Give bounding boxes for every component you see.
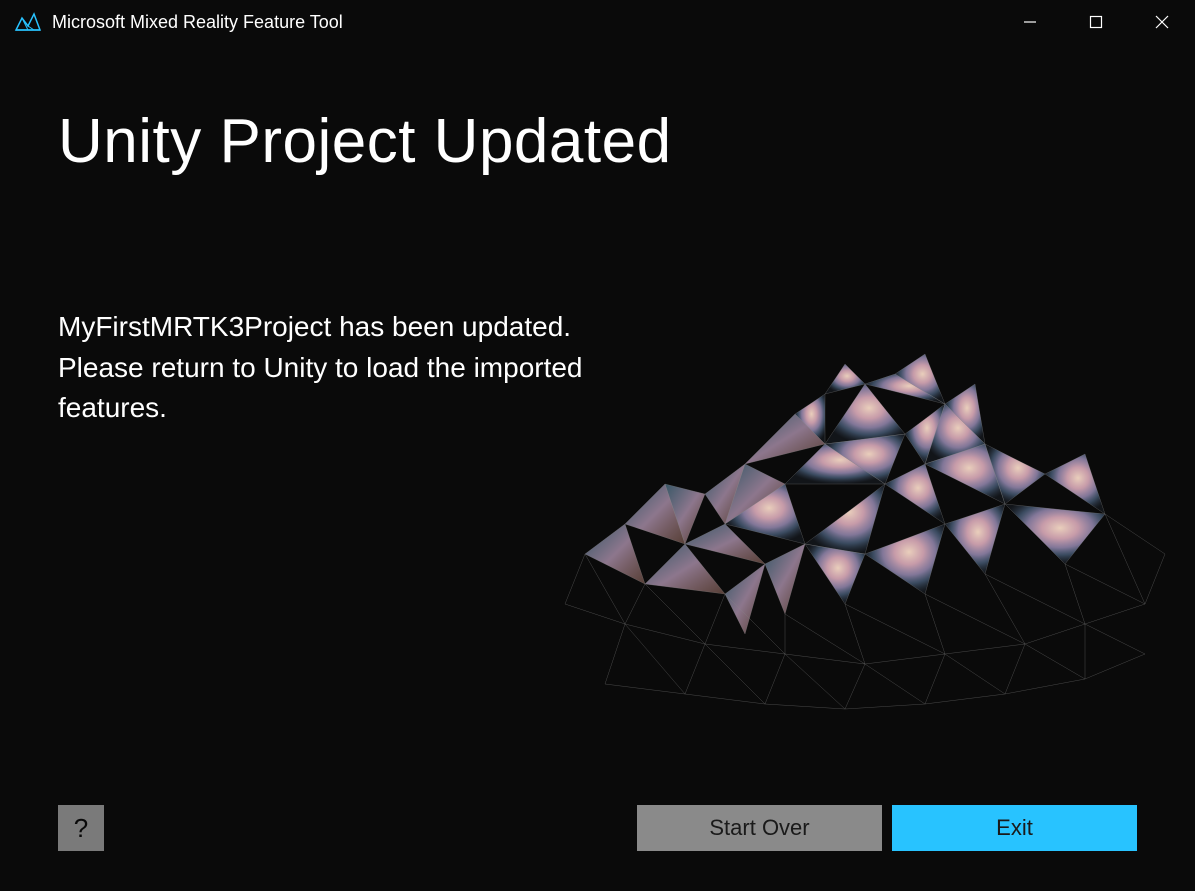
close-button[interactable] — [1129, 0, 1195, 44]
titlebar: Microsoft Mixed Reality Feature Tool — [0, 0, 1195, 44]
page-heading: Unity Project Updated — [58, 106, 1137, 177]
maximize-button[interactable] — [1063, 0, 1129, 44]
help-button[interactable]: ? — [58, 805, 104, 851]
app-icon — [14, 8, 42, 36]
titlebar-title: Microsoft Mixed Reality Feature Tool — [52, 12, 343, 33]
exit-button[interactable]: Exit — [892, 805, 1137, 851]
page-description: MyFirstMRTK3Project has been updated. Pl… — [58, 307, 588, 429]
start-over-button[interactable]: Start Over — [637, 805, 882, 851]
minimize-button[interactable] — [997, 0, 1063, 44]
main-content: Unity Project Updated MyFirstMRTK3Projec… — [0, 44, 1195, 785]
window-controls — [997, 0, 1195, 44]
mesh-terrain-graphic — [545, 304, 1185, 734]
footer: ? Start Over Exit — [0, 785, 1195, 891]
